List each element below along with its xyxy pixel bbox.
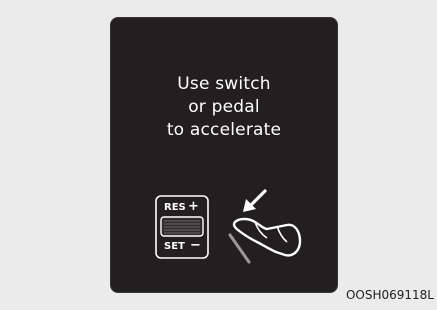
cluster-display-panel: Use switch or pedal to accelerate RES + … bbox=[110, 17, 338, 293]
pedal-graphic bbox=[228, 189, 302, 264]
display-message: Use switch or pedal to accelerate bbox=[111, 73, 337, 142]
message-line-1: Use switch bbox=[177, 74, 271, 94]
set-label: SET bbox=[164, 241, 185, 252]
down-left-arrow-icon bbox=[243, 189, 267, 212]
res-label: RES bbox=[164, 202, 186, 213]
figure-code: OOSH069118L bbox=[345, 288, 434, 302]
res-set-switch-icon: RES + SET − bbox=[155, 195, 211, 261]
res-plus-symbol: + bbox=[188, 199, 199, 214]
foot-on-accelerator-pedal-icon bbox=[227, 188, 309, 270]
message-line-2: or pedal bbox=[188, 97, 260, 117]
pedal-line bbox=[228, 233, 251, 264]
set-minus-symbol: − bbox=[190, 238, 201, 253]
message-line-3: to accelerate bbox=[166, 120, 282, 140]
